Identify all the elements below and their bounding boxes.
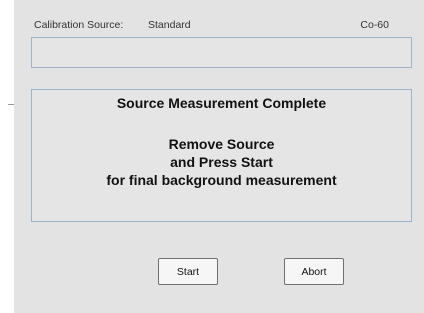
isotope-value: Co-60 [360,19,389,31]
message-title: Source Measurement Complete [116,95,327,111]
start-button[interactable]: Start [158,258,218,285]
abort-button[interactable]: Abort [284,258,344,285]
status-field [31,37,412,68]
message-panel: Source Measurement Complete Remove Sourc… [31,89,412,222]
calibration-source-label: Calibration Source: [34,19,124,31]
calibration-source-value: Standard [148,19,191,31]
message-line-remove-source: Remove Source [168,136,275,152]
message-line-press-start: and Press Start [170,154,273,170]
message-line-background: for final background measurement [106,172,337,188]
message-body: Remove Source and Press Start for final … [32,135,411,189]
